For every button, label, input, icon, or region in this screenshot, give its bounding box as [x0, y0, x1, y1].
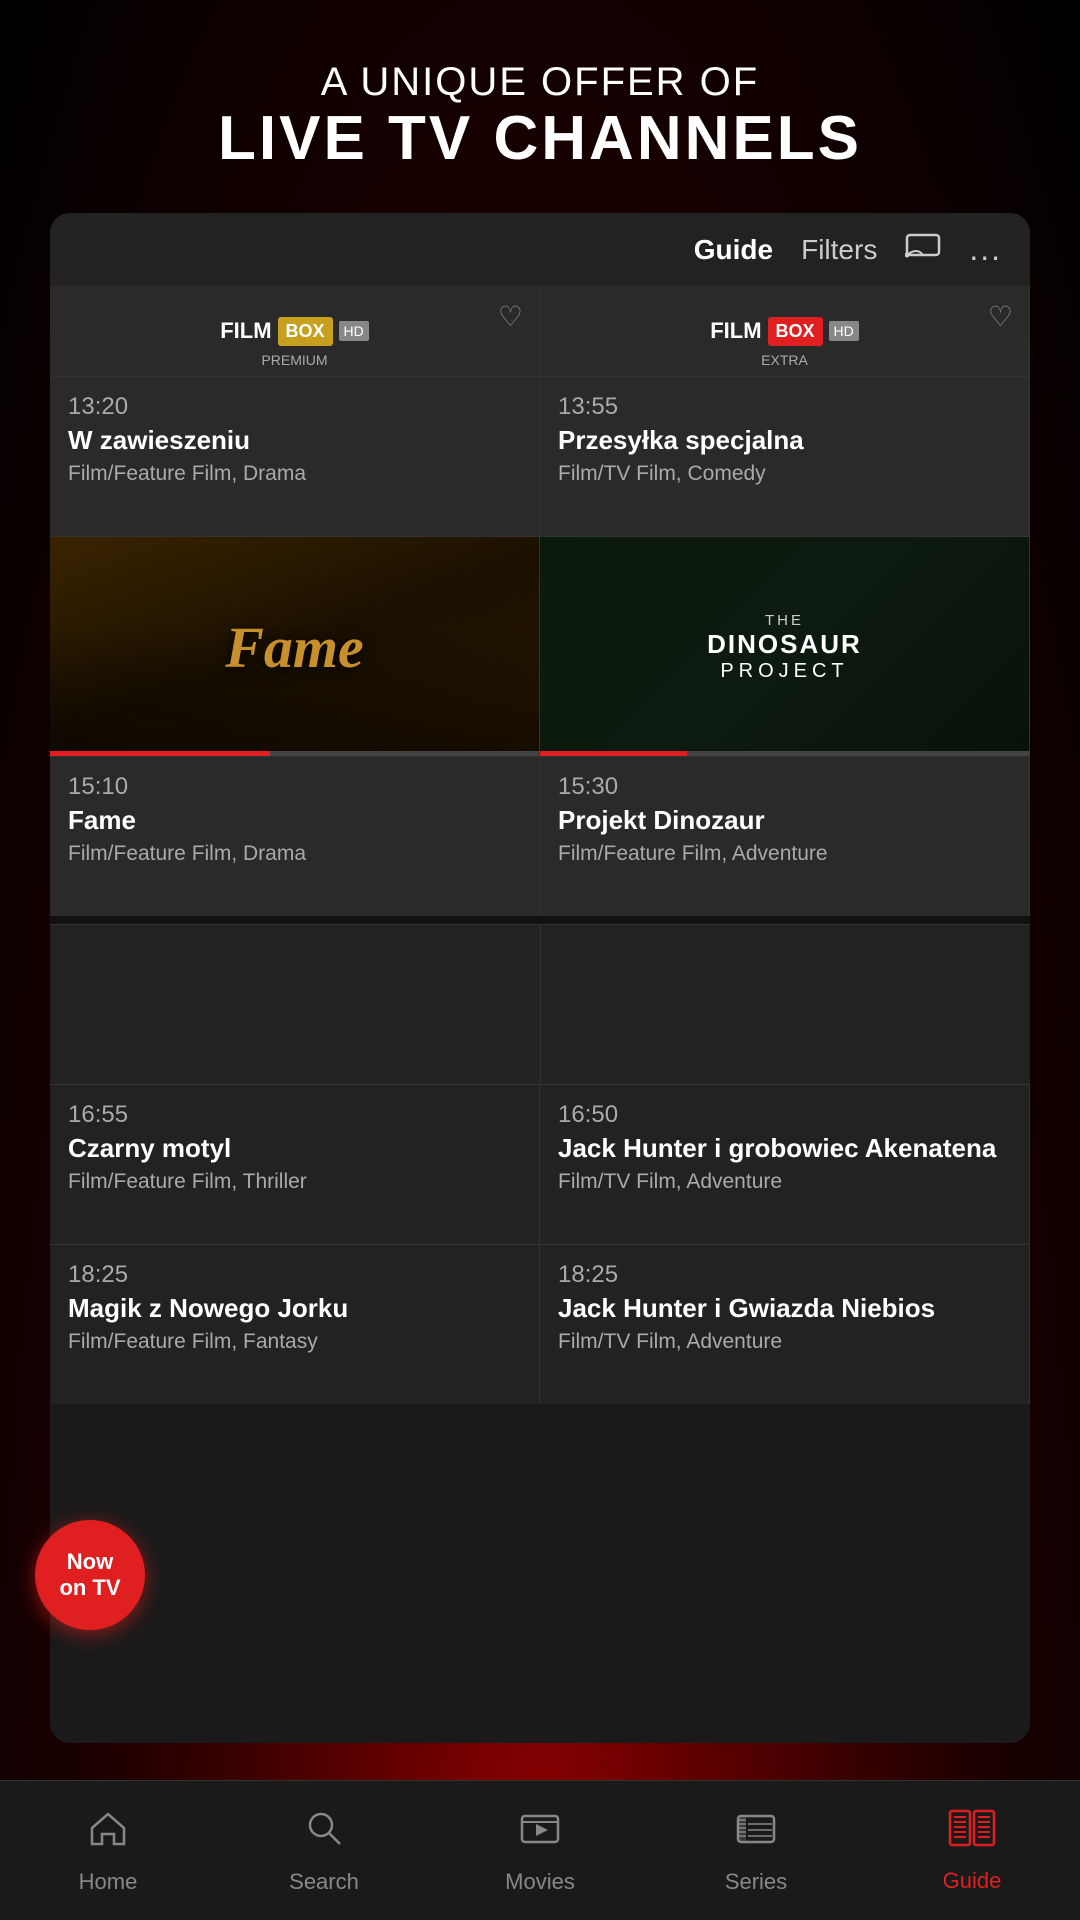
program-slot-1-1[interactable]: 13:20 W zawieszeniu Film/Feature Film, D…: [50, 376, 540, 536]
channel-premium-label: PREMIUM: [261, 352, 327, 368]
content-area: FILM BOX HD PREMIUM ♡ FILM BOX HD EXTRA …: [50, 286, 1030, 1586]
title-2-1: Przesyłka specjalna: [558, 425, 1011, 456]
nav-filters[interactable]: Filters: [801, 234, 877, 266]
thumbnail-fame[interactable]: Fame: [50, 536, 540, 756]
channel-logo-2: FILM BOX HD: [710, 317, 859, 346]
progress-bar-fame: [50, 751, 270, 756]
col2-dark-area: [540, 924, 1030, 1084]
program-row-2: 15:10 Fame Film/Feature Film, Drama 15:3…: [50, 756, 1030, 916]
title-2-3: Jack Hunter i grobowiec Akenatena: [558, 1133, 1011, 1164]
genre-2-4: Film/TV Film, Adventure: [558, 1328, 1011, 1355]
time-2-1: 13:55: [558, 393, 1011, 421]
promo-title: LIVE TV CHANNELS: [40, 105, 1040, 173]
section-divider: [50, 916, 1030, 924]
progress-container-fame: [50, 751, 539, 756]
time-1-4: 18:25: [68, 1261, 521, 1289]
program-slot-2-4[interactable]: 18:25 Jack Hunter i Gwiazda Niebios Film…: [540, 1244, 1030, 1404]
title-2-2: Projekt Dinozaur: [558, 805, 1011, 836]
program-row-1: 13:20 W zawieszeniu Film/Feature Film, D…: [50, 376, 1030, 536]
fame-title-text: Fame: [225, 614, 364, 681]
genre-1-2: Film/Feature Film, Drama: [68, 840, 521, 867]
promo-header: A UNIQUE OFFER OF LIVE TV CHANNELS: [0, 0, 1080, 213]
channel-header-2[interactable]: FILM BOX HD EXTRA ♡: [540, 286, 1030, 376]
channel-extra-label: EXTRA: [761, 352, 808, 368]
program-slot-1-4[interactable]: 18:25 Magik z Nowego Jorku Film/Feature …: [50, 1244, 540, 1404]
genre-2-1: Film/TV Film, Comedy: [558, 460, 1011, 487]
channel-heart-1[interactable]: ♡: [498, 300, 523, 333]
program-slot-1-3[interactable]: 16:55 Czarny motyl Film/Feature Film, Th…: [50, 1084, 540, 1244]
time-2-3: 16:50: [558, 1101, 1011, 1129]
time-2-4: 18:25: [558, 1261, 1011, 1289]
genre-1-4: Film/Feature Film, Fantasy: [68, 1328, 521, 1355]
channel-logo-1: FILM BOX HD: [220, 317, 369, 346]
channel-headers-row: FILM BOX HD PREMIUM ♡ FILM BOX HD EXTRA …: [50, 286, 1030, 376]
time-1-1: 13:20: [68, 393, 521, 421]
genre-2-3: Film/TV Film, Adventure: [558, 1168, 1011, 1195]
time-1-3: 16:55: [68, 1101, 521, 1129]
program-slot-2-1[interactable]: 13:55 Przesyłka specjalna Film/TV Film, …: [540, 376, 1030, 536]
nav-guide[interactable]: Guide: [694, 234, 773, 266]
fame-thumbnail-img: Fame: [50, 537, 539, 756]
channel-hd-2: HD: [829, 321, 859, 341]
channel-hd-1: HD: [339, 321, 369, 341]
top-nav: Guide Filters ...: [50, 213, 1030, 286]
genre-1-1: Film/Feature Film, Drama: [68, 460, 521, 487]
program-slot-1-2[interactable]: 15:10 Fame Film/Feature Film, Drama: [50, 756, 540, 916]
cast-button[interactable]: [905, 233, 941, 266]
program-slot-2-3[interactable]: 16:50 Jack Hunter i grobowiec Akenatena …: [540, 1084, 1030, 1244]
app-container: Guide Filters ... FILM BOX HD PREMIUM: [50, 213, 1030, 1743]
now-on-tv-text: Nowon TV: [59, 1549, 120, 1602]
promo-subtitle: A UNIQUE OFFER OF: [40, 60, 1040, 105]
progress-bar-dino: [540, 751, 687, 756]
more-button[interactable]: ...: [969, 231, 1002, 268]
dino-thumbnail-img: THE DINOSAUR PROJECT: [540, 537, 1029, 756]
channel-box-badge-2: BOX: [768, 317, 823, 346]
channel-name-1: FILM: [220, 318, 271, 344]
channel-header-1[interactable]: FILM BOX HD PREMIUM ♡: [50, 286, 540, 376]
title-1-1: W zawieszeniu: [68, 425, 521, 456]
program-slot-2-2[interactable]: 15:30 Projekt Dinozaur Film/Feature Film…: [540, 756, 1030, 916]
genre-2-2: Film/Feature Film, Adventure: [558, 840, 1011, 867]
channel-name-2: FILM: [710, 318, 761, 344]
dino-dinosaur: DINOSAUR: [707, 629, 862, 660]
title-1-2: Fame: [68, 805, 521, 836]
program-row-4: 18:25 Magik z Nowego Jorku Film/Feature …: [50, 1244, 1030, 1404]
second-section-thumb-row: EMPERO: [50, 924, 1030, 1084]
thumbnail-dino[interactable]: THE DINOSAUR PROJECT: [540, 536, 1030, 756]
channel-box-badge-1: BOX: [278, 317, 333, 346]
program-row-3: 16:55 Czarny motyl Film/Feature Film, Th…: [50, 1084, 1030, 1244]
time-2-2: 15:30: [558, 773, 1011, 801]
channel-heart-2[interactable]: ♡: [988, 300, 1013, 333]
thumbnail-row-1: Fame THE DINOSAUR PROJECT: [50, 536, 1030, 756]
genre-1-3: Film/Feature Film, Thriller: [68, 1168, 521, 1195]
col1-dark-area: [50, 924, 540, 1084]
title-1-3: Czarny motyl: [68, 1133, 521, 1164]
dino-project: PROJECT: [707, 660, 862, 683]
dino-the: THE: [707, 612, 862, 629]
time-1-2: 15:10: [68, 773, 521, 801]
progress-container-dino: [540, 751, 1029, 756]
title-1-4: Magik z Nowego Jorku: [68, 1293, 521, 1324]
title-2-4: Jack Hunter i Gwiazda Niebios: [558, 1293, 1011, 1324]
